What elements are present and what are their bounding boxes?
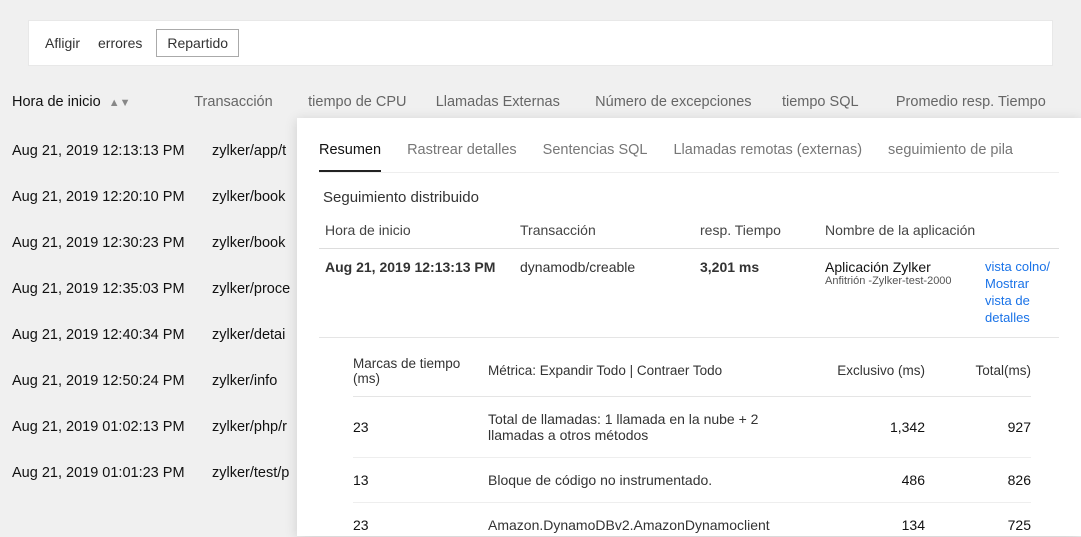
col-cpu-time[interactable]: tiempo de CPU — [308, 94, 436, 110]
sh-start: Hora de inicio — [325, 222, 520, 238]
content-area: Aug 21, 2019 12:13:13 PM zylker/app/t Au… — [0, 128, 1081, 496]
mtr-excl: 1,342 — [811, 419, 941, 435]
col-start-label: Hora de inicio — [12, 94, 101, 110]
sh-txn: Transacción — [520, 222, 700, 238]
metrics-row[interactable]: 13 Bloque de código no instrumentado. 48… — [353, 458, 1031, 503]
tab-trace-details[interactable]: Rastrear detalles — [407, 136, 517, 172]
tab-stack-trace[interactable]: seguimiento de pila — [888, 136, 1013, 172]
sr-app: Aplicación Zylker Anfitrión -Zylker-test… — [825, 259, 985, 287]
mtr-excl: 134 — [811, 517, 941, 533]
col-exceptions[interactable]: Número de excepciones — [595, 94, 782, 110]
sr-links: vista colno/ Mostrar vista de detalles — [985, 259, 1053, 327]
cell-start: Aug 21, 2019 12:30:23 PM — [12, 235, 212, 251]
filter-afflict[interactable]: Afligir — [41, 29, 84, 57]
app-name: Aplicación Zylker — [825, 259, 985, 275]
col-avg-resp[interactable]: Promedio resp. Tiempo — [896, 94, 1069, 110]
col-transaction[interactable]: Transacción — [194, 94, 308, 110]
sr-start: Aug 21, 2019 12:13:13 PM — [325, 259, 520, 275]
tab-sql[interactable]: Sentencias SQL — [543, 136, 648, 172]
cell-start: Aug 21, 2019 12:13:13 PM — [12, 143, 212, 159]
app-host: Anfitrión -Zylker-test-2000 — [825, 275, 985, 287]
sh-resp: resp. Tiempo — [700, 222, 825, 238]
tab-summary[interactable]: Resumen — [319, 136, 381, 172]
link-detail-view[interactable]: Mostrar vista de detalles — [985, 276, 1053, 327]
col-external-calls[interactable]: Llamadas Externas — [436, 94, 595, 110]
link-colno[interactable]: vista colno/ — [985, 259, 1053, 276]
mtr-total: 826 — [941, 472, 1031, 488]
mtr-total: 725 — [941, 517, 1031, 533]
metrics-header: Marcas de tiempo (ms) Métrica: Expandir … — [353, 356, 1031, 397]
mth-ts: Marcas de tiempo (ms) — [353, 356, 488, 386]
mtr-metric: Bloque de código no instrumentado. — [488, 472, 811, 488]
mtr-ts: 23 — [353, 517, 488, 533]
mtr-total: 927 — [941, 419, 1031, 435]
sr-resp: 3,201 ms — [700, 259, 825, 275]
mtr-metric: Total de llamadas: 1 llamada en la nube … — [488, 411, 811, 443]
summary-headers: Hora de inicio Transacción resp. Tiempo … — [319, 222, 1059, 249]
filter-bar: Afligir errores Repartido — [28, 20, 1053, 66]
mth-excl: Exclusivo (ms) — [811, 363, 941, 378]
metrics-table: Marcas de tiempo (ms) Métrica: Expandir … — [353, 356, 1031, 536]
metrics-row[interactable]: 23 Amazon.DynamoDBv2.AmazonDynamoclient … — [353, 503, 1031, 536]
mtr-metric: Amazon.DynamoDBv2.AmazonDynamoclient — [488, 517, 811, 533]
cell-start: Aug 21, 2019 01:01:23 PM — [12, 465, 212, 481]
detail-tabs: Resumen Rastrear detalles Sentencias SQL… — [319, 136, 1059, 173]
cell-start: Aug 21, 2019 01:02:13 PM — [12, 419, 212, 435]
filter-distributed[interactable]: Repartido — [156, 29, 239, 57]
tab-remote-calls[interactable]: Llamadas remotas (externas) — [673, 136, 862, 172]
col-start-time[interactable]: Hora de inicio ▲▼ — [12, 94, 194, 110]
column-headers: Hora de inicio ▲▼ Transacción tiempo de … — [0, 94, 1081, 110]
mtr-excl: 486 — [811, 472, 941, 488]
panel-title: Seguimiento distribuido — [323, 189, 1059, 206]
metrics-row[interactable]: 23 Total de llamadas: 1 llamada en la nu… — [353, 397, 1031, 458]
sh-app: Nombre de la aplicación — [825, 222, 1053, 238]
cell-start: Aug 21, 2019 12:40:34 PM — [12, 327, 212, 343]
mth-total: Total(ms) — [941, 363, 1031, 378]
sr-txn: dynamodb/creable — [520, 259, 700, 275]
col-sql-time[interactable]: tiempo SQL — [782, 94, 896, 110]
cell-start: Aug 21, 2019 12:50:24 PM — [12, 373, 212, 389]
cell-start: Aug 21, 2019 12:20:10 PM — [12, 189, 212, 205]
detail-panel: Resumen Rastrear detalles Sentencias SQL… — [297, 118, 1081, 536]
cell-start: Aug 21, 2019 12:35:03 PM — [12, 281, 212, 297]
summary-row: Aug 21, 2019 12:13:13 PM dynamodb/creabl… — [319, 249, 1059, 338]
filter-errors[interactable]: errores — [94, 29, 146, 57]
sort-icon: ▲▼ — [109, 98, 131, 109]
mtr-ts: 13 — [353, 472, 488, 488]
mth-metric[interactable]: Métrica: Expandir Todo | Contraer Todo — [488, 363, 811, 378]
mtr-ts: 23 — [353, 419, 488, 435]
